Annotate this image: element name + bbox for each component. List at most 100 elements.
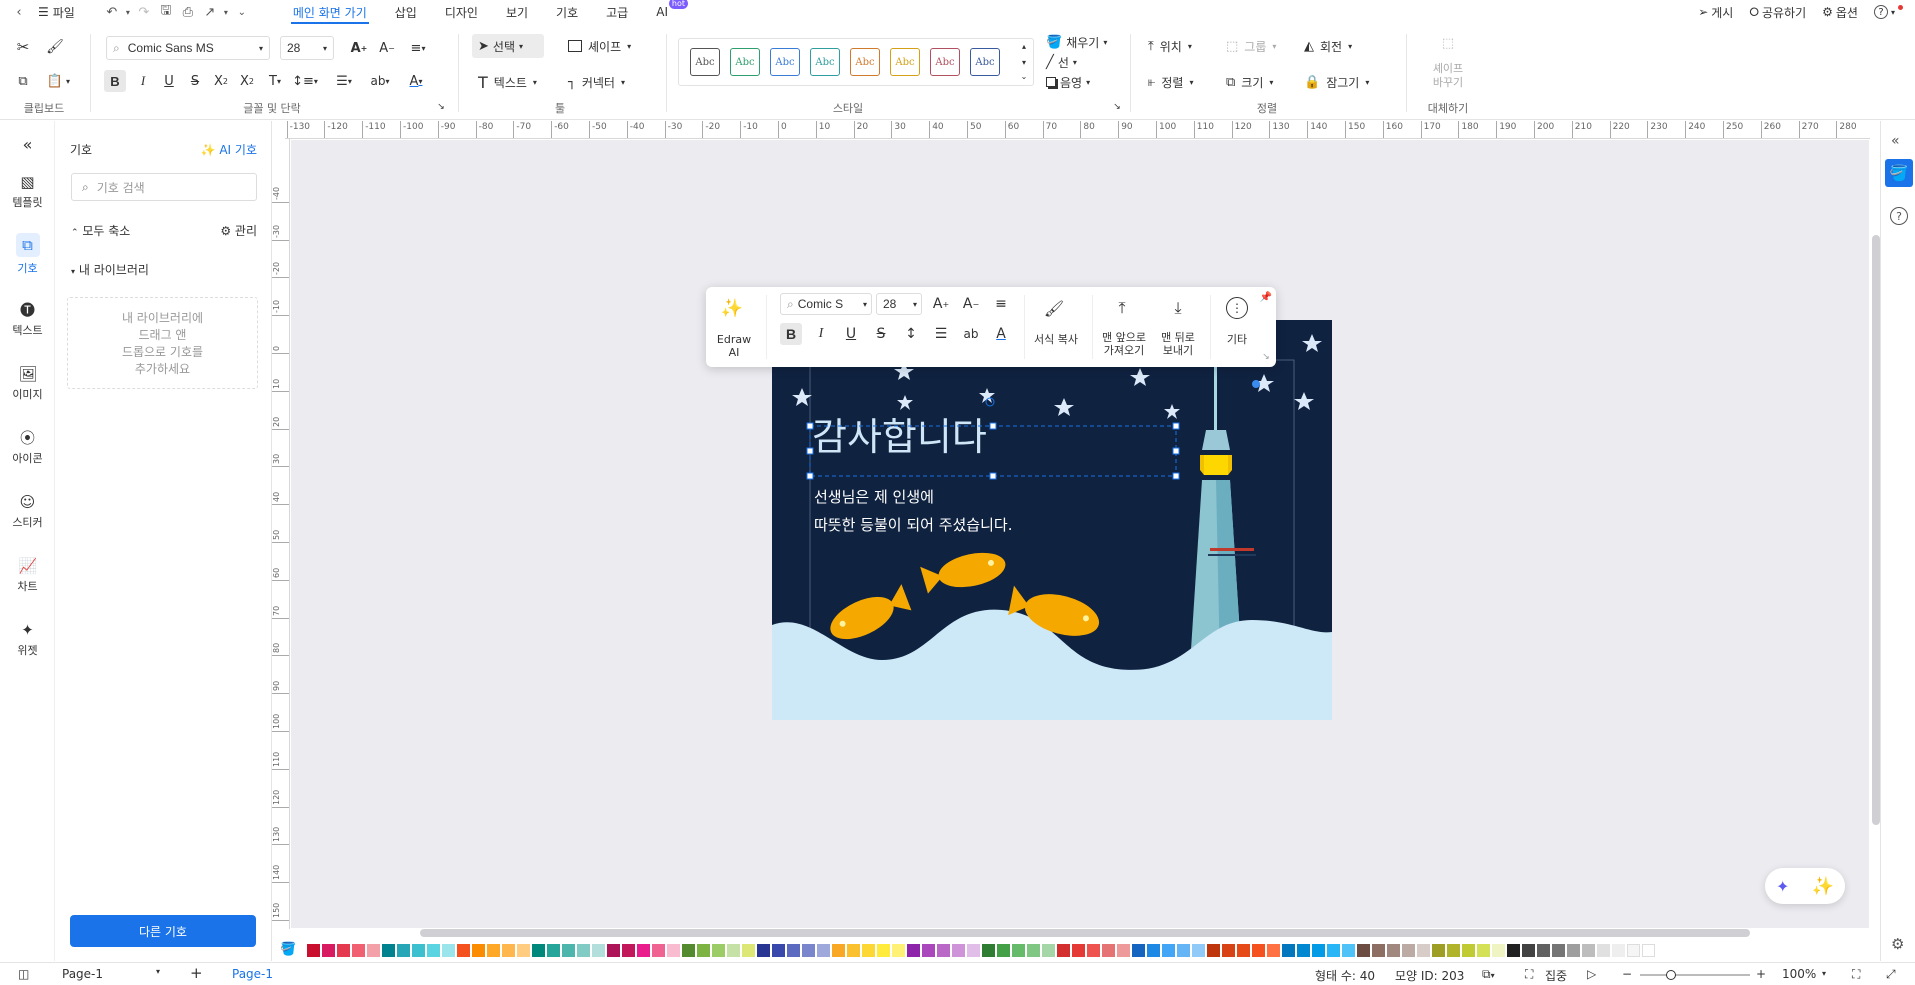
color-swatch[interactable] <box>877 943 890 957</box>
bullet-list-icon[interactable]: ☰ <box>930 323 952 345</box>
canvas[interactable]: 감사합니다 선생님은 제 인생에 따뜻한 등불이 되어 주셨습니다. ✦ ✨ <box>291 140 1869 928</box>
rail-item-text[interactable]: 🅣 텍스트 <box>0 301 55 338</box>
collapse-all-button[interactable]: ⌃ 모두 축소 <box>71 222 130 239</box>
style-swatch[interactable]: Abc <box>890 48 920 76</box>
color-swatch[interactable] <box>757 943 770 957</box>
replace-shape-icon[interactable]: ⬚ <box>1438 34 1458 52</box>
color-swatch[interactable] <box>967 943 980 957</box>
zoom-in-icon[interactable]: + <box>1756 967 1766 981</box>
color-swatch[interactable] <box>652 943 665 957</box>
tab-design[interactable]: 디자인 <box>431 0 492 24</box>
zoom-value[interactable]: 100% <box>1782 967 1816 981</box>
increase-font-icon[interactable]: A + <box>348 38 370 58</box>
italic-icon[interactable]: I <box>810 323 832 345</box>
export-dropdown-icon[interactable]: ▾ <box>221 1 231 23</box>
magic-wand-icon[interactable]: ✦ <box>1776 877 1789 896</box>
send-to-back-label-2[interactable]: 보내기 <box>1152 344 1204 357</box>
zoom-slider[interactable] <box>1640 974 1750 976</box>
color-swatch[interactable] <box>547 943 560 957</box>
color-swatch[interactable] <box>1312 943 1325 957</box>
color-swatch[interactable] <box>1117 943 1130 957</box>
subscript-icon[interactable]: X2 <box>236 70 258 92</box>
color-swatch[interactable] <box>1552 943 1565 957</box>
more-label[interactable]: 기타 <box>1216 333 1258 346</box>
float-font-size-select[interactable]: 28 ▾ <box>876 293 922 315</box>
color-swatch[interactable] <box>397 943 410 957</box>
line-spacing-icon[interactable]: ↕ <box>900 323 922 345</box>
text-align-icon[interactable]: ≡ ▾ <box>406 38 430 58</box>
resize-handle[interactable] <box>989 472 997 480</box>
color-swatch[interactable] <box>1267 943 1280 957</box>
page-select[interactable]: Page-1 ▾ <box>62 967 162 981</box>
color-swatch[interactable] <box>862 943 875 957</box>
color-swatch[interactable] <box>1492 943 1505 957</box>
zoom-slider-thumb[interactable] <box>1666 970 1676 980</box>
color-swatch[interactable] <box>937 943 950 957</box>
manage-button[interactable]: ⚙ 관리 <box>220 222 257 239</box>
underline-icon[interactable]: U <box>158 70 180 92</box>
rail-item-image[interactable]: 🖼 이미지 <box>0 365 55 402</box>
font-family-select[interactable]: ⌕ Comic Sans MS ▾ <box>106 36 270 60</box>
bold-icon[interactable]: B <box>104 70 126 92</box>
select-tool-button[interactable]: ➤ 선택 ▾ <box>472 34 544 58</box>
color-swatch[interactable] <box>1222 943 1235 957</box>
style-swatch[interactable]: Abc <box>690 48 720 76</box>
color-swatch[interactable] <box>952 943 965 957</box>
position-button[interactable]: ⤒ 위치 ▾ <box>1148 34 1192 58</box>
rail-item-template[interactable]: ▧ 템플릿 <box>0 173 55 210</box>
color-swatch[interactable] <box>922 943 935 957</box>
rail-item-icon[interactable]: ⦿ 아이콘 <box>0 429 55 466</box>
rail-item-symbol[interactable]: ⧉ 기호 <box>0 233 55 276</box>
play-icon[interactable]: ▷ <box>1587 967 1596 981</box>
format-panel-icon[interactable]: 🪣 <box>1885 159 1913 187</box>
help-button[interactable]: ? ▾ <box>1873 4 1903 19</box>
color-swatch[interactable] <box>1612 943 1625 957</box>
color-swatch[interactable] <box>1402 943 1415 957</box>
color-swatch[interactable] <box>532 943 545 957</box>
color-swatch[interactable] <box>1477 943 1490 957</box>
lock-button[interactable]: 🔒 잠그기 ▾ <box>1304 70 1369 94</box>
color-swatch[interactable] <box>1192 943 1205 957</box>
color-swatch[interactable] <box>772 943 785 957</box>
color-swatch[interactable] <box>382 943 395 957</box>
bring-to-front-icon[interactable]: ⤒ <box>1110 297 1134 319</box>
paste-dropdown-icon[interactable]: ▾ <box>64 74 72 88</box>
bullet-list-icon[interactable]: ☰ ▾ <box>330 70 358 92</box>
color-swatch[interactable] <box>442 943 455 957</box>
color-swatch[interactable] <box>472 943 485 957</box>
connection-point[interactable] <box>1252 380 1260 388</box>
copy-icon[interactable]: ⧉ <box>12 70 34 92</box>
color-swatch[interactable] <box>712 943 725 957</box>
color-swatch[interactable] <box>1387 943 1400 957</box>
color-swatch[interactable] <box>1327 943 1340 957</box>
align-button[interactable]: ⫦ 정렬 ▾ <box>1148 70 1193 94</box>
color-swatch[interactable] <box>892 943 905 957</box>
color-swatch[interactable] <box>517 943 530 957</box>
italic-icon[interactable]: I <box>132 70 154 92</box>
cut-icon[interactable]: ✂ <box>12 36 34 58</box>
color-swatch[interactable] <box>727 943 740 957</box>
export-icon[interactable]: ↗ <box>199 1 221 23</box>
color-swatch[interactable] <box>1522 943 1535 957</box>
my-library-header[interactable]: ▾ 내 라이브러리 <box>71 261 149 278</box>
line-spacing-icon[interactable]: ↕≡ ▾ <box>292 70 318 92</box>
color-swatch[interactable] <box>1012 943 1025 957</box>
text-tool-button[interactable]: T 텍스트 ▾ <box>478 70 558 94</box>
collapse-panel-icon[interactable]: « <box>0 135 55 154</box>
text-align-icon[interactable]: ≡ <box>990 295 1012 313</box>
color-swatch[interactable] <box>412 943 425 957</box>
zoom-out-icon[interactable]: − <box>1622 967 1632 981</box>
color-swatch[interactable] <box>832 943 845 957</box>
color-swatch[interactable] <box>1087 943 1100 957</box>
color-swatch[interactable] <box>787 943 800 957</box>
color-swatch[interactable] <box>1582 943 1595 957</box>
underline-icon[interactable]: U <box>840 323 862 345</box>
color-swatch[interactable] <box>1432 943 1445 957</box>
decrease-font-icon[interactable]: A − <box>376 38 398 58</box>
color-swatch[interactable] <box>1132 943 1145 957</box>
resize-handle[interactable] <box>989 422 997 430</box>
save-icon[interactable]: 🖫 <box>155 1 177 23</box>
color-swatch[interactable] <box>1597 943 1610 957</box>
bold-icon[interactable]: B <box>780 323 802 345</box>
rotate-button[interactable]: ◭ 회전 ▾ <box>1304 34 1352 58</box>
